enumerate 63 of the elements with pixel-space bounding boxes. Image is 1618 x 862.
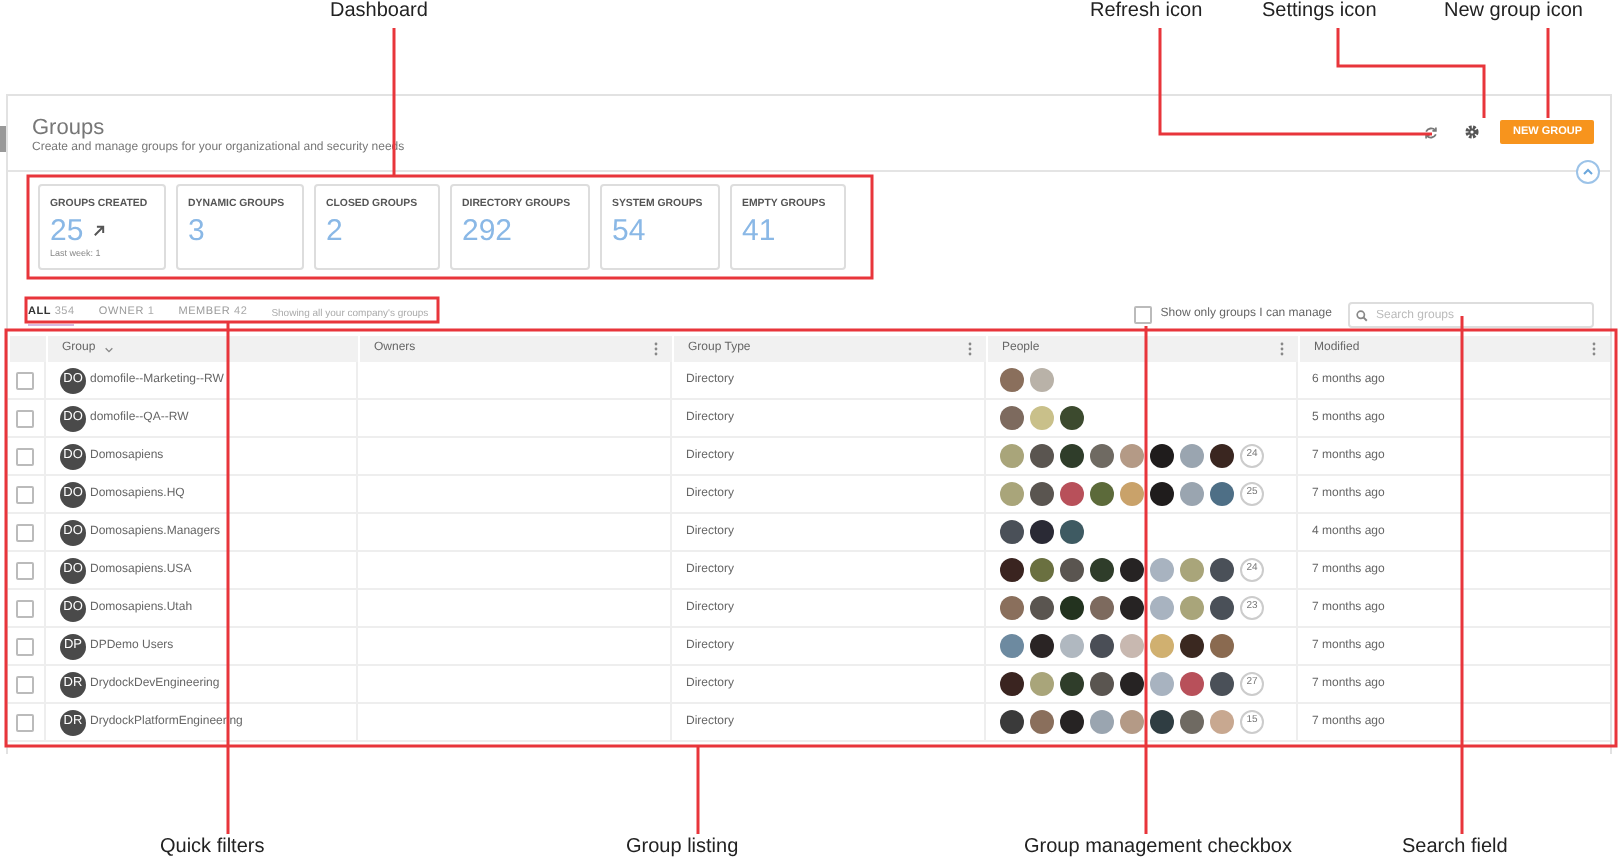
stat-value: 25 — [50, 215, 84, 247]
stat-value: 292 — [462, 215, 513, 247]
row-checkbox[interactable] — [16, 599, 34, 617]
avatar[interactable] — [1150, 444, 1174, 468]
callout-label: Search field — [1402, 836, 1508, 860]
row-checkbox[interactable] — [16, 371, 34, 389]
row-checkbox[interactable] — [16, 409, 34, 427]
avatar[interactable] — [1060, 596, 1084, 620]
avatar[interactable] — [1210, 596, 1234, 620]
callout-label: Refresh icon — [1090, 0, 1203, 24]
avatar[interactable] — [1000, 710, 1024, 734]
avatar[interactable] — [1090, 672, 1114, 696]
avatar[interactable] — [1210, 558, 1234, 582]
stat-value: 2 — [326, 215, 343, 247]
avatar[interactable] — [1000, 672, 1024, 696]
settings-icon[interactable] — [1464, 124, 1481, 140]
avatar[interactable] — [1060, 444, 1084, 468]
avatar[interactable] — [1060, 406, 1084, 430]
callout-label: New group icon — [1444, 0, 1583, 24]
page-title: Groups — [32, 116, 107, 140]
avatar[interactable] — [1150, 482, 1174, 506]
avatar[interactable] — [1030, 596, 1054, 620]
callout-label: Quick filters — [160, 836, 265, 860]
avatar[interactable] — [1210, 672, 1234, 696]
row-checkbox[interactable] — [16, 523, 34, 541]
row-checkbox[interactable] — [16, 713, 34, 731]
avatar[interactable] — [1060, 672, 1084, 696]
avatar[interactable] — [1030, 634, 1054, 658]
avatar[interactable] — [1210, 444, 1234, 468]
avatar[interactable] — [1090, 634, 1114, 658]
sort-caret-icon[interactable] — [103, 345, 114, 353]
refresh-icon[interactable] — [1424, 126, 1439, 140]
avatar[interactable] — [1120, 672, 1144, 696]
avatar[interactable] — [1180, 634, 1204, 658]
callout-label: Dashboard — [330, 0, 428, 24]
callout-label: Settings icon — [1262, 0, 1377, 24]
avatar[interactable] — [1030, 444, 1054, 468]
callout-label: Group management checkbox — [1024, 836, 1292, 860]
stat-value: 41 — [742, 215, 776, 247]
row-checkbox[interactable] — [16, 675, 34, 693]
avatar[interactable] — [1030, 520, 1054, 544]
row-checkbox[interactable] — [16, 485, 34, 503]
stat-value: 3 — [188, 215, 205, 247]
avatar[interactable] — [1120, 558, 1144, 582]
avatar[interactable] — [1060, 710, 1084, 734]
callout-label: Group listing — [626, 836, 739, 860]
leader-line — [696, 746, 700, 834]
chevron-up-icon[interactable] — [1582, 168, 1594, 176]
avatar[interactable] — [1000, 520, 1024, 544]
avatar[interactable] — [1150, 710, 1174, 734]
avatar[interactable] — [1060, 558, 1084, 582]
row-checkbox[interactable] — [16, 561, 34, 579]
avatar[interactable] — [1060, 520, 1084, 544]
leader-line — [1546, 28, 1550, 118]
avatar[interactable] — [1000, 558, 1024, 582]
stat-value: 54 — [612, 215, 646, 247]
row-checkbox[interactable] — [16, 637, 34, 655]
avatar[interactable] — [1120, 596, 1144, 620]
row-checkbox[interactable] — [16, 447, 34, 465]
avatar[interactable] — [1030, 482, 1054, 506]
avatar[interactable] — [1090, 558, 1114, 582]
manage-checkbox[interactable] — [1134, 306, 1153, 324]
search-icon — [1356, 309, 1368, 321]
